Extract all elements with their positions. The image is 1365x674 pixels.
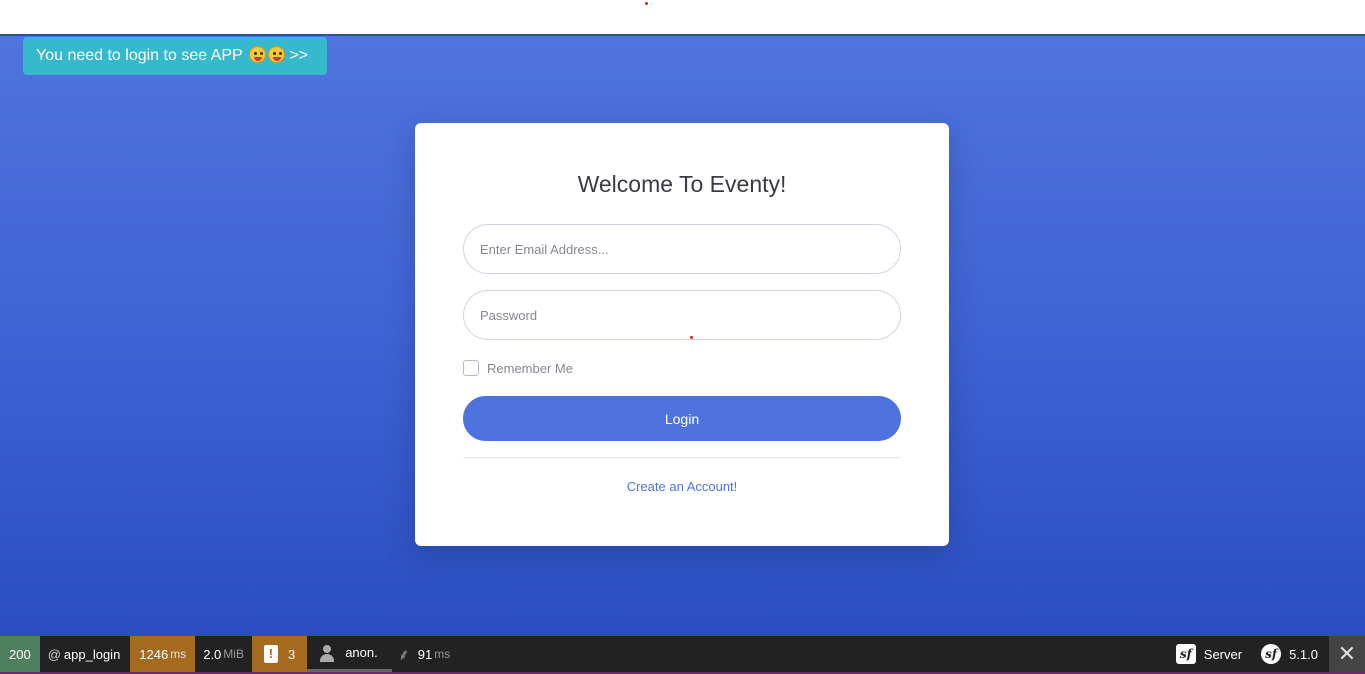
time-value: 1246: [139, 646, 169, 662]
route-prefix: @: [47, 646, 61, 662]
user-name: anon.: [345, 645, 378, 660]
login-hint-button[interactable]: You need to login to see APP >>: [23, 37, 327, 75]
memory-usage[interactable]: 2.0 MiB: [195, 636, 252, 672]
memory-value: 2.0: [203, 646, 222, 662]
warning-icon: !: [263, 645, 278, 663]
remember-me-row: Remember Me: [463, 359, 573, 377]
status-code: 200: [9, 646, 31, 662]
remember-me-label[interactable]: Remember Me: [487, 361, 573, 376]
twig-time-unit: ms: [434, 647, 451, 661]
time-unit: ms: [170, 647, 187, 661]
request-time[interactable]: 1246 ms: [130, 636, 196, 672]
log-count: 3: [287, 646, 296, 662]
password-field[interactable]: [463, 290, 901, 340]
login-hint-arrow: >>: [289, 47, 308, 64]
route-info[interactable]: @ app_login: [40, 636, 131, 672]
logs-badge[interactable]: ! 3: [251, 636, 308, 672]
security-user[interactable]: anon.: [307, 636, 392, 672]
debug-toolbar: 200 @ app_login 1246 ms 2.0 MiB ! 3 anon…: [0, 636, 1365, 672]
remember-me-checkbox[interactable]: [463, 360, 479, 376]
face-with-tongue-icon: [248, 46, 266, 63]
close-icon: ✕: [1337, 641, 1357, 666]
create-account-link[interactable]: Create an Account!: [415, 479, 949, 494]
twig-icon: ⸙: [397, 647, 410, 664]
symfony-logo-icon: sf: [1175, 644, 1196, 664]
symfony-version-value: 5.1.0: [1289, 646, 1318, 662]
twig-time[interactable]: ⸙ 91 ms: [392, 636, 458, 672]
server-info[interactable]: sf Server: [1166, 636, 1253, 672]
email-field[interactable]: [463, 224, 901, 274]
login-card: Welcome To Eventy! Remember Me Login Cre…: [415, 123, 949, 546]
status-code-badge[interactable]: 200: [0, 636, 40, 672]
symfony-logo-icon: sf: [1261, 644, 1282, 664]
face-with-tongue-icon: [267, 46, 285, 63]
person-icon: [319, 644, 335, 662]
browser-top-strip: [0, 0, 1365, 34]
server-label: Server: [1203, 646, 1243, 662]
close-toolbar-button[interactable]: ✕: [1329, 636, 1365, 672]
twig-time-value: 91: [417, 646, 433, 662]
page-title: Welcome To Eventy!: [577, 171, 787, 197]
route-name: app_login: [63, 646, 121, 662]
login-button[interactable]: Login: [463, 396, 901, 441]
memory-unit: MiB: [223, 647, 244, 661]
red-dot-marker: [690, 336, 693, 339]
symfony-version[interactable]: sf 5.1.0: [1253, 636, 1329, 672]
divider: [463, 457, 901, 458]
red-dot-marker: [645, 2, 648, 5]
login-hint-text: You need to login to see APP: [36, 47, 243, 64]
